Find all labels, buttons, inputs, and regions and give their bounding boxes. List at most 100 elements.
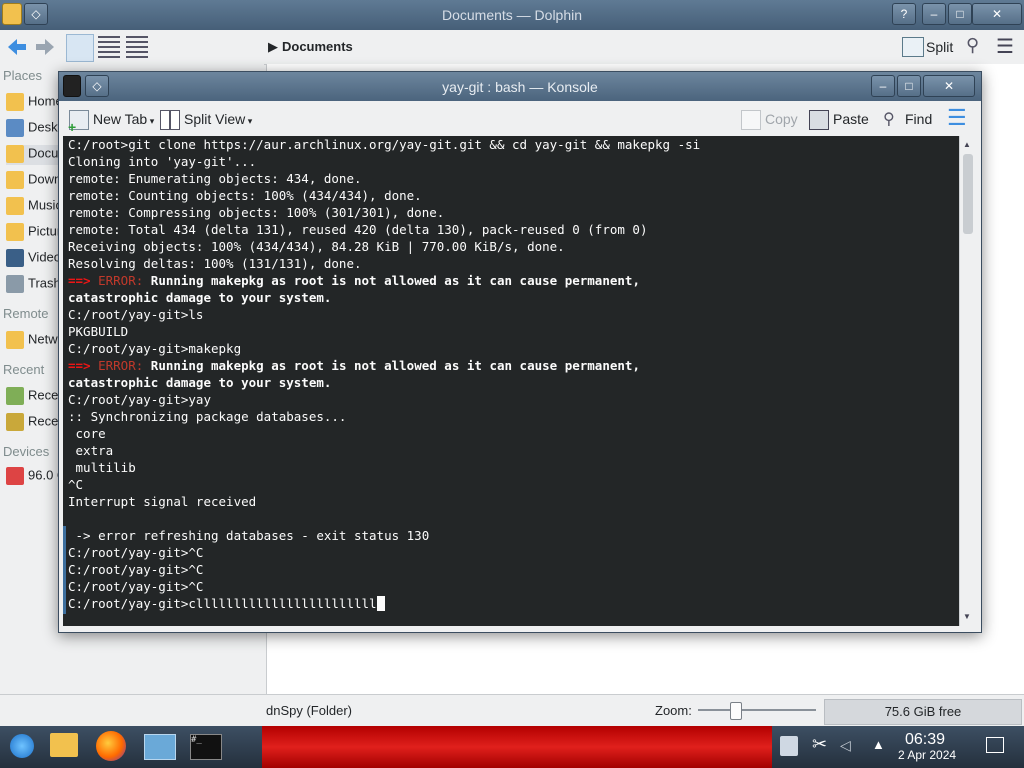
maximize-icon[interactable]: □ — [948, 3, 972, 25]
devices-header: Devices — [3, 444, 50, 459]
error-message: catastrophic damage to your system. — [68, 290, 332, 305]
system-settings-taskbar-icon[interactable] — [144, 734, 176, 760]
terminal-line: Cloning into 'yay-git'... — [68, 153, 700, 170]
clipboard-tray-icon[interactable] — [780, 736, 798, 756]
firefox-taskbar-icon[interactable] — [96, 731, 126, 761]
paste-icon — [809, 110, 829, 131]
breadcrumb-arrow-icon: ▶ — [268, 39, 278, 54]
error-label: ERROR: — [98, 358, 144, 373]
konsole-taskbar-icon[interactable]: #_ — [190, 734, 222, 760]
terminal-line: C:/root/yay-git>clllllllllllllllllllllll… — [68, 595, 700, 612]
back-arrow-icon[interactable] — [6, 36, 28, 58]
terminal-line: C:/root/yay-git>^C — [68, 561, 700, 578]
terminal-text: Resolving deltas: 100% (131/131), done. — [68, 256, 362, 271]
help-icon[interactable]: ? — [892, 3, 916, 25]
error-message: catastrophic damage to your system. — [68, 375, 332, 390]
error-label: ERROR: — [98, 273, 144, 288]
scroll-down-icon[interactable]: ▼ — [963, 612, 971, 621]
terminal-scrollbar[interactable]: ▲ ▼ — [959, 136, 976, 626]
zoom-slider-handle[interactable] — [730, 702, 742, 720]
free-space-label: 75.6 GiB free — [884, 704, 962, 719]
terminal-text: C:/root/yay-git>clllllllllllllllllllllll… — [68, 596, 377, 611]
terminal-line: catastrophic damage to your system. — [68, 374, 700, 391]
konsole-window: ◇ yay-git : bash — Konsole – □ ✕ + New Ta… — [58, 71, 982, 633]
terminal-text: :: Synchronizing package databases... — [68, 409, 347, 424]
terminal-line: core — [68, 425, 700, 442]
error-message: Running makepkg as root is not allowed a… — [150, 358, 640, 373]
konsole-toolbar: + New Tab ▾ Split View ▾ Copy Paste ⚲ Find… — [59, 101, 981, 136]
icons-view-icon[interactable] — [66, 34, 94, 62]
places-header: Places — [3, 68, 43, 83]
file-manager-taskbar-icon[interactable] — [50, 733, 78, 757]
minimize-icon[interactable]: – — [871, 75, 895, 97]
split-button[interactable]: Split — [926, 39, 953, 55]
clock-time[interactable]: 06:39 — [905, 731, 945, 749]
find-button[interactable]: ⚲ Find — [883, 108, 932, 130]
minimize-icon[interactable]: – — [922, 3, 946, 25]
volume-tray-icon[interactable]: ◁ — [840, 737, 851, 754]
taskbar-wallpaper-strip — [262, 726, 772, 768]
place-music[interactable]: Music — [6, 197, 62, 217]
maximize-icon[interactable]: □ — [897, 75, 921, 97]
error-arrow: ==> — [68, 273, 91, 288]
terminal-text: C:/root/yay-git>^C — [68, 579, 204, 594]
terminal-line: Receiving objects: 100% (434/434), 84.28… — [68, 238, 700, 255]
split-view-button[interactable]: Split View ▾ — [160, 108, 252, 131]
terminal-line: C:/root/yay-git>makepkg — [68, 340, 700, 357]
zoom-slider[interactable] — [698, 702, 816, 720]
search-icon[interactable]: ⚲ — [966, 35, 979, 56]
zoom-label: Zoom: — [655, 703, 692, 718]
close-icon[interactable]: ✕ — [923, 75, 975, 97]
breadcrumb[interactable]: Documents — [282, 39, 353, 54]
scroll-up-icon[interactable]: ▲ — [963, 140, 971, 149]
terminal-line: :: Synchronizing package databases... — [68, 408, 700, 425]
forward-arrow-icon[interactable] — [34, 36, 56, 58]
terminal-line: ^C — [68, 476, 700, 493]
terminal-text: remote: Total 434 (delta 131), reused 42… — [68, 222, 648, 237]
start-menu-icon[interactable] — [10, 734, 34, 758]
terminal-text: C:/root>git clone https://aur.archlinux.… — [68, 137, 701, 152]
paste-button[interactable]: Paste — [809, 108, 869, 131]
status-text: dnSpy (Folder) — [266, 703, 352, 718]
split-view-icon — [160, 110, 180, 131]
terminal-text: ^C — [68, 477, 84, 492]
konsole-titlebar[interactable]: ◇ yay-git : bash — Konsole – □ ✕ — [59, 72, 981, 101]
hamburger-menu-icon[interactable]: ☰ — [996, 34, 1014, 59]
home-folder-icon — [6, 93, 24, 111]
details-view-icon[interactable] — [126, 36, 148, 58]
terminal-line: C:/root/yay-git>ls — [68, 306, 700, 323]
dolphin-statusbar: dnSpy (Folder) Zoom: 75.6 GiB free — [0, 694, 1024, 727]
terminal-text: remote: Enumerating objects: 434, done. — [68, 171, 362, 186]
scissors-tray-icon[interactable]: ✂ — [812, 734, 827, 755]
selection-marker — [63, 526, 66, 614]
scrollbar-handle[interactable] — [963, 154, 973, 234]
place-trash[interactable]: Trash — [6, 275, 61, 295]
new-tab-button[interactable]: + New Tab ▾ — [68, 108, 154, 134]
hard-drive-icon — [6, 467, 24, 485]
downloads-folder-icon — [6, 171, 24, 189]
terminal-text: C:/root/yay-git>ls — [68, 307, 204, 322]
recent-header: Recent — [3, 362, 45, 377]
terminal-display[interactable]: C:/root>git clone https://aur.archlinux.… — [63, 136, 959, 626]
tray-expand-icon[interactable]: ▲ — [872, 737, 885, 752]
place-home[interactable]: Home — [6, 93, 63, 113]
terminal-line: ==> ERROR: Running makepkg as root is no… — [68, 272, 700, 289]
show-desktop-icon[interactable] — [986, 737, 1004, 753]
terminal-cursor — [376, 596, 385, 611]
compact-view-icon[interactable] — [98, 36, 120, 58]
terminal-line: Interrupt signal received — [68, 493, 700, 510]
music-folder-icon — [6, 197, 24, 215]
close-icon[interactable]: ✕ — [972, 3, 1022, 25]
copy-button[interactable]: Copy — [741, 108, 798, 131]
konsole-window-title: yay-git : bash — Konsole — [442, 79, 598, 95]
hamburger-menu-icon[interactable]: ☰ — [947, 105, 967, 131]
clock-date[interactable]: 2 Apr 2024 — [898, 748, 956, 762]
free-space-bar[interactable]: 75.6 GiB free — [824, 699, 1022, 725]
dolphin-titlebar[interactable]: ◇ Documents — Dolphin ? – □ ✕ — [0, 0, 1024, 30]
split-icon[interactable] — [902, 37, 924, 57]
terminal-line: remote: Counting objects: 100% (434/434)… — [68, 187, 700, 204]
terminal-text: PKGBUILD — [68, 324, 129, 339]
terminal-text: multilib — [68, 460, 136, 475]
terminal-line: C:/root/yay-git>^C — [68, 578, 700, 595]
